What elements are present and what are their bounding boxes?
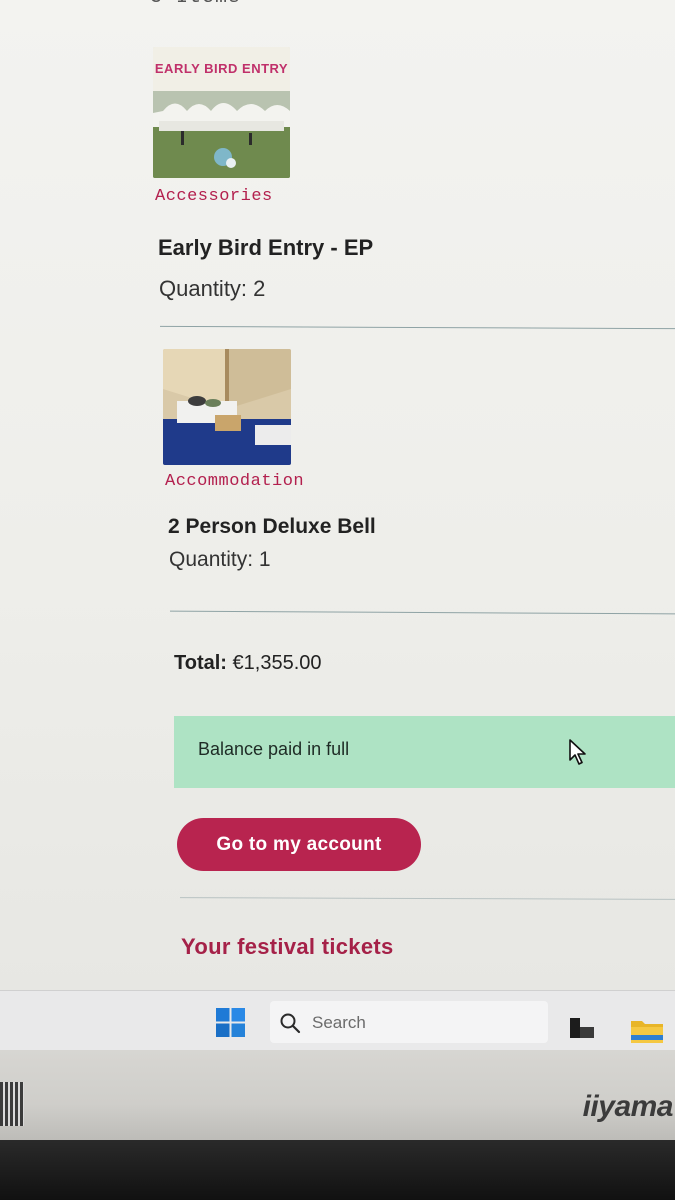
monitor-screen: 3 Items EARLY BIRD ENTRY Accessories Ear…	[0, 0, 675, 1050]
festival-tents-image	[153, 91, 290, 178]
bell-tent-image	[163, 349, 291, 465]
festival-tickets-heading: Your festival tickets	[181, 934, 394, 959]
taskbar: Search	[0, 990, 675, 1050]
item-category: Accessories	[155, 187, 273, 206]
search-icon	[280, 1013, 301, 1034]
search-placeholder: Search	[312, 1013, 366, 1032]
item-divider	[170, 610, 675, 615]
product-thumbnail-early-bird[interactable]: EARLY BIRD ENTRY	[153, 47, 290, 178]
go-to-account-button[interactable]: Go to my account	[177, 818, 421, 871]
task-view-icon[interactable]	[570, 1018, 594, 1038]
item-name: 2 Person Deluxe Bell	[168, 515, 376, 538]
item-name: Early Bird Entry - EP	[158, 235, 374, 260]
order-total: Total: €1,355.00	[174, 652, 322, 675]
item-category: Accommodation	[165, 472, 305, 491]
payment-status-banner: Balance paid in full	[174, 716, 675, 788]
item-quantity: Quantity: 2	[159, 276, 266, 301]
order-summary-page: 3 Items EARLY BIRD ENTRY Accessories Ear…	[0, 0, 675, 990]
monitor-bezel	[0, 1050, 675, 1140]
file-explorer-icon[interactable]	[631, 1017, 663, 1043]
total-label: Total:	[174, 652, 227, 674]
item-quantity: Quantity: 1	[169, 548, 271, 571]
taskbar-search-box[interactable]: Search	[270, 1001, 548, 1043]
monitor-brand-logo: iiyama	[582, 1090, 674, 1123]
qr-code-sticker	[0, 1082, 24, 1126]
thumbnail-banner-text: EARLY BIRD ENTRY	[153, 47, 290, 91]
items-count: 3 Items	[150, 0, 241, 9]
windows-start-icon[interactable]	[216, 1008, 245, 1037]
product-thumbnail-bell-tent[interactable]	[163, 349, 291, 465]
total-value: €1,355.00	[232, 652, 322, 674]
payment-status-text: Balance paid in full	[198, 739, 350, 759]
desk-background	[0, 1140, 675, 1200]
mouse-pointer-icon	[569, 739, 586, 765]
item-divider	[160, 325, 675, 330]
section-divider	[179, 897, 675, 900]
